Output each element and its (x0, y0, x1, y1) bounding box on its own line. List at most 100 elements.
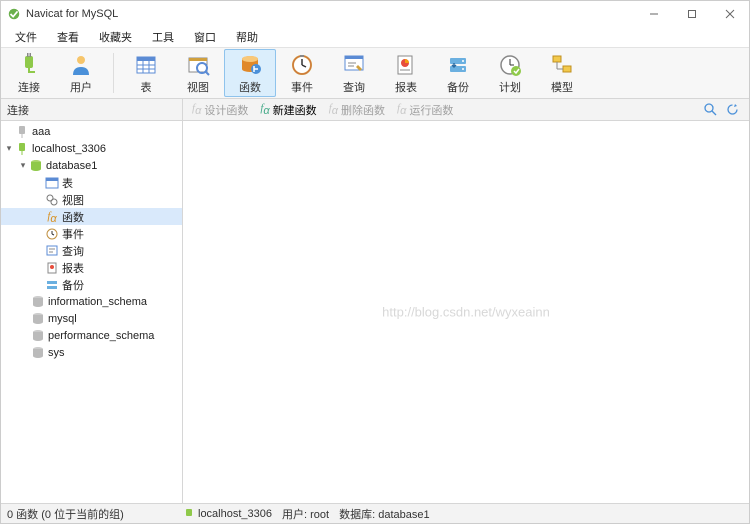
maximize-button[interactable] (673, 1, 711, 27)
plug-green-icon (183, 508, 195, 520)
tb-plan[interactable]: 计划 (484, 49, 536, 97)
minimize-button[interactable] (635, 1, 673, 27)
title-bar: Navicat for MySQL (1, 1, 749, 27)
tb-table-label: 表 (141, 79, 152, 95)
tb-table[interactable]: 表 (120, 49, 172, 97)
tb-connection[interactable]: 连接 (3, 49, 55, 97)
app-icon (7, 7, 21, 21)
tree-conn-localhost[interactable]: ▾localhost_3306 (1, 140, 182, 157)
menu-file[interactable]: 文件 (5, 27, 47, 47)
menu-bar: 文件 查看 收藏夹 工具 窗口 帮助 (1, 27, 749, 47)
status-conn: localhost_3306 (198, 508, 272, 520)
user-icon (69, 53, 93, 77)
menu-window[interactable]: 窗口 (184, 27, 226, 47)
tb-backup[interactable]: 备份 (432, 49, 484, 97)
watermark: http://blog.csdn.net/wyxeainn (382, 305, 550, 320)
sec-design-func: fα设计函数 (187, 101, 253, 119)
db-grey-icon (31, 346, 45, 360)
tb-plan-label: 计划 (499, 79, 521, 95)
model-icon (550, 53, 574, 77)
view-icon (186, 53, 210, 77)
tree-db-info[interactable]: information_schema (1, 293, 182, 310)
tree-db-mysql[interactable]: mysql (1, 310, 182, 327)
status-user: 用户: root (282, 506, 329, 522)
tb-report-label: 报表 (395, 79, 417, 95)
sec-new-func[interactable]: fα新建函数 (255, 101, 321, 119)
tb-event[interactable]: 事件 (276, 49, 328, 97)
report-small-icon (45, 261, 59, 275)
sec-run-func: fα运行函数 (392, 101, 458, 119)
db-green-icon (29, 159, 43, 173)
status-bar: 0 函数 (0 位于当前的组) localhost_3306 用户: root … (1, 503, 749, 523)
sec-new-label: 新建函数 (273, 102, 317, 118)
menu-fav[interactable]: 收藏夹 (89, 27, 142, 47)
status-left: 0 函数 (0 位于当前的组) (7, 506, 183, 522)
tb-backup-label: 备份 (447, 79, 469, 95)
tb-query[interactable]: 查询 (328, 49, 380, 97)
db-grey-icon (31, 329, 45, 343)
tb-model[interactable]: 模型 (536, 49, 588, 97)
tree-views[interactable]: 视图 (1, 191, 182, 208)
menu-tools[interactable]: 工具 (142, 27, 184, 47)
report-icon (394, 53, 418, 77)
tb-connection-label: 连接 (18, 79, 40, 95)
plug-green-icon (15, 142, 29, 156)
table-icon (134, 53, 158, 77)
tree-functions[interactable]: fα函数 (1, 208, 182, 225)
menu-view[interactable]: 查看 (47, 27, 89, 47)
tree-queries[interactable]: 查询 (1, 242, 182, 259)
tb-function[interactable]: 函数 (224, 49, 276, 97)
menu-help[interactable]: 帮助 (226, 27, 268, 47)
query-small-icon (45, 244, 59, 258)
tb-model-label: 模型 (551, 79, 573, 95)
db-grey-icon (31, 312, 45, 326)
tb-query-label: 查询 (343, 79, 365, 95)
tb-view-label: 视图 (187, 79, 209, 95)
search-icon (704, 103, 717, 116)
tree-reports[interactable]: 报表 (1, 259, 182, 276)
clock-small-icon (45, 227, 59, 241)
search-button[interactable] (701, 101, 719, 119)
status-db: 数据库: database1 (339, 506, 430, 522)
tb-report[interactable]: 报表 (380, 49, 432, 97)
content-pane: http://blog.csdn.net/wyxeainn (183, 121, 749, 503)
backup-icon (446, 53, 470, 77)
query-icon (342, 53, 366, 77)
tree-backups[interactable]: 备份 (1, 276, 182, 293)
tree-events[interactable]: 事件 (1, 225, 182, 242)
sec-run-label: 运行函数 (409, 102, 453, 118)
title-text: Navicat for MySQL (26, 8, 118, 20)
main-toolbar: 连接 用户 表 视图 函数 事件 查询 报表 备份 计划 模型 (1, 47, 749, 99)
sec-design-label: 设计函数 (204, 102, 248, 118)
fx-icon: fα (45, 210, 59, 224)
plug-grey-icon (15, 125, 29, 139)
backup-small-icon (45, 278, 59, 292)
main-area: ▶aaa ▾localhost_3306 ▾database1 表 视图 fα函… (1, 121, 749, 503)
event-icon (290, 53, 314, 77)
refresh-icon (726, 103, 739, 116)
tree-tables[interactable]: 表 (1, 174, 182, 191)
tree-db-sys[interactable]: sys (1, 344, 182, 361)
close-button[interactable] (711, 1, 749, 27)
sec-left-label: 连接 (1, 99, 183, 120)
view-small-icon (45, 193, 59, 207)
secondary-bar: 连接 fα设计函数 fα新建函数 fα删除函数 fα运行函数 (1, 99, 749, 121)
tree-db-perf[interactable]: performance_schema (1, 327, 182, 344)
tb-event-label: 事件 (291, 79, 313, 95)
plug-icon (17, 53, 41, 77)
tb-function-label: 函数 (239, 79, 261, 95)
sec-del-label: 删除函数 (341, 102, 385, 118)
db-grey-icon (31, 295, 45, 309)
refresh-button[interactable] (723, 101, 741, 119)
tree-conn-aaa[interactable]: ▶aaa (1, 123, 182, 140)
table-small-icon (45, 176, 59, 190)
function-icon (238, 53, 262, 77)
plan-icon (498, 53, 522, 77)
tb-user-label: 用户 (70, 79, 92, 95)
tree-db-database1[interactable]: ▾database1 (1, 157, 182, 174)
tb-view[interactable]: 视图 (172, 49, 224, 97)
toolbar-divider (113, 53, 114, 93)
sec-del-func: fα删除函数 (324, 101, 390, 119)
connection-tree[interactable]: ▶aaa ▾localhost_3306 ▾database1 表 视图 fα函… (1, 121, 183, 503)
tb-user[interactable]: 用户 (55, 49, 107, 97)
